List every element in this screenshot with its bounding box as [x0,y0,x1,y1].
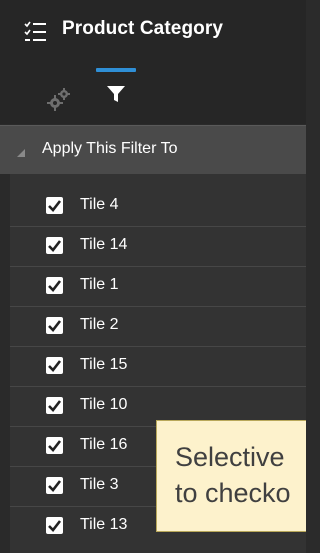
list-item[interactable]: Tile 15 [0,346,306,387]
list-item-label: Tile 4 [80,196,119,213]
list-item-label: Tile 14 [80,236,128,253]
checkmark-icon [48,320,62,332]
list-item-label: Tile 2 [80,316,119,333]
list-item[interactable]: Tile 14 [0,226,306,267]
checkmark-icon [48,280,62,292]
callout-line-2: to checko [175,478,291,508]
checkmark-icon [48,360,62,372]
checkbox-checked[interactable] [46,477,63,494]
list-item-label: Tile 1 [80,276,119,293]
checkmark-icon [48,520,62,532]
list-left-gutter [0,174,10,553]
gears-icon [47,88,70,111]
list-item-label: Tile 3 [80,476,119,493]
checkmark-icon [48,400,62,412]
callout-line-1: Selective [175,442,285,472]
filter-panel: Product Category Apply This Filter To Ti… [0,0,306,553]
list-item[interactable]: Tile 1 [0,266,306,307]
tab-settings[interactable] [46,86,72,112]
filter-icon [107,86,125,102]
list-item-label: Tile 13 [80,516,128,533]
checkbox-checked[interactable] [46,197,63,214]
list-item-label: Tile 16 [80,436,128,453]
section-label: Apply This Filter To [42,140,178,157]
checkmark-icon [48,200,62,212]
list-item[interactable]: Tile 2 [0,306,306,347]
list-item-label: Tile 10 [80,396,128,413]
tab-filter[interactable] [96,68,136,118]
checkmark-icon [48,480,62,492]
checkbox-checked[interactable] [46,357,63,374]
panel-header: Product Category [0,0,306,64]
list-item-label: Tile 15 [80,356,128,373]
checkmark-icon [48,240,62,252]
checkmark-icon [48,440,62,452]
list-item[interactable]: Tile 4 [0,186,306,227]
panel-title: Product Category [62,18,224,39]
checkbox-checked[interactable] [46,277,63,294]
checkbox-checked[interactable] [46,437,63,454]
checkbox-checked[interactable] [46,397,63,414]
callout-annotation: Selective to checko [156,420,306,532]
checkbox-checked[interactable] [46,317,63,334]
checkbox-checked[interactable] [46,237,63,254]
section-header-apply-filter[interactable]: Apply This Filter To [0,125,306,174]
collapse-triangle-icon[interactable] [16,145,26,157]
active-tab-indicator [96,68,136,72]
callout-text: Selective to checko [175,439,291,511]
filter-list-icon [23,21,47,43]
checkbox-checked[interactable] [46,517,63,534]
